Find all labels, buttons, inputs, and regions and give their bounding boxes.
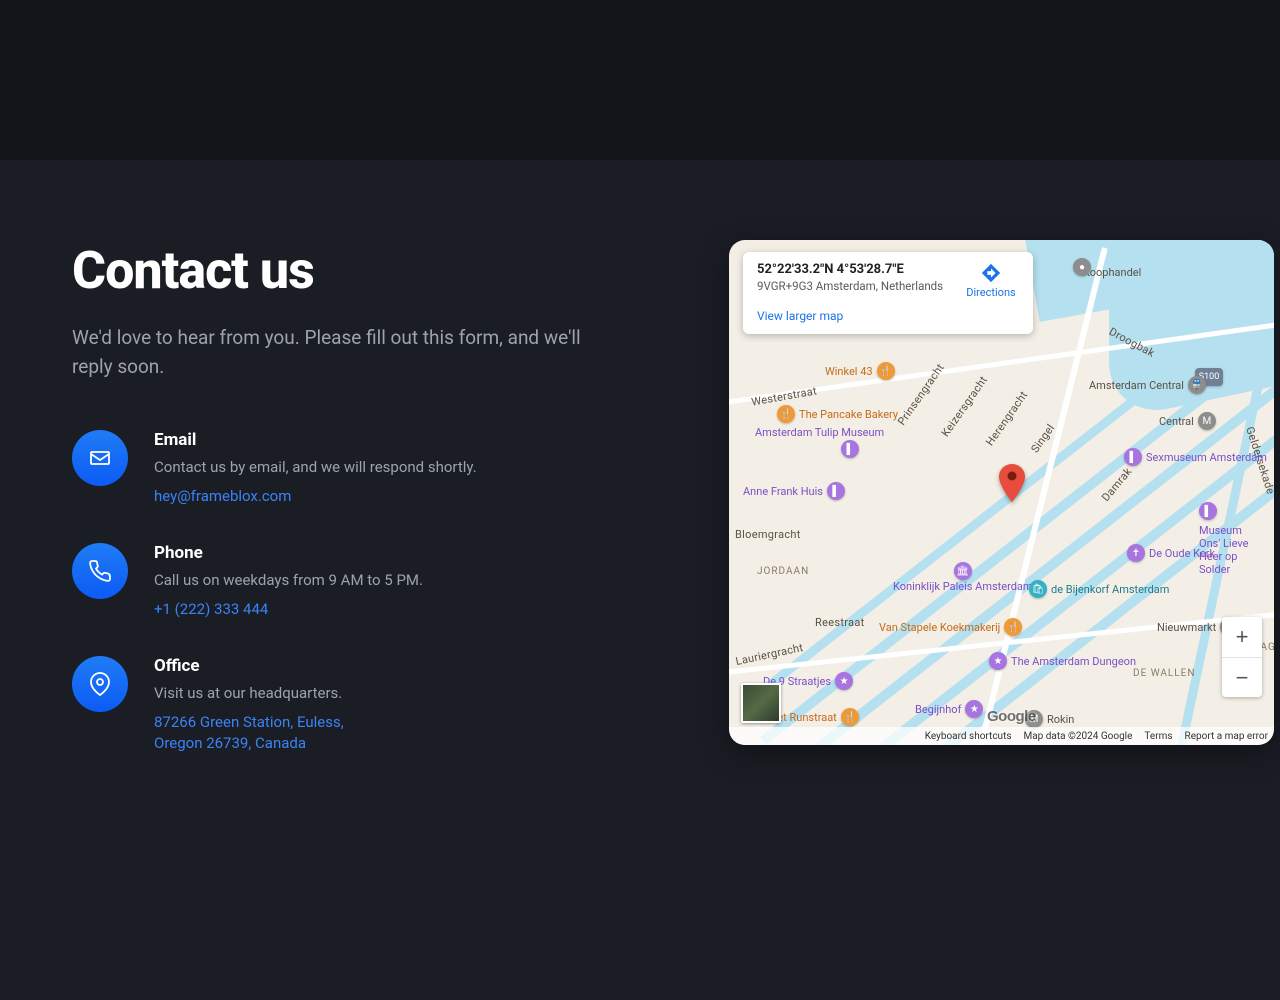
contact-item-desc: Contact us by email, and we will respond… <box>154 458 477 476</box>
contact-item-phone: Phone Call us on weekdays from 9 AM to 5… <box>72 543 602 620</box>
landmark-icon: 🏛 <box>954 562 972 580</box>
keyboard-shortcuts-link[interactable]: Keyboard shortcuts <box>925 731 1012 742</box>
map-poi-label: Sexmuseum Amsterdam <box>1146 451 1267 464</box>
contact-left-column: Contact us We'd love to hear from you. P… <box>72 240 602 790</box>
contact-section: Contact us We'd love to hear from you. P… <box>72 240 1208 790</box>
attraction-icon: ★ <box>989 652 1007 670</box>
map-poi-label: Rokin <box>1047 713 1074 726</box>
train-icon: 🚆 <box>1188 376 1206 394</box>
contact-item-title: Phone <box>154 543 423 563</box>
map-coordinates: 52°22'33.2"N 4°53'28.7"E <box>757 262 943 277</box>
map-poi-label: Koophandel <box>1083 266 1141 279</box>
directions-button[interactable]: Directions <box>963 262 1019 299</box>
map-info-card: 52°22'33.2"N 4°53'28.7"E 9VGR+9G3 Amster… <box>743 252 1033 334</box>
map-street-label: Bloemgracht <box>735 528 801 541</box>
restaurant-icon: 🍴 <box>841 708 859 726</box>
report-error-link[interactable]: Report a map error <box>1185 731 1268 742</box>
restaurant-icon: 🍴 <box>1004 618 1022 636</box>
view-larger-map-link[interactable]: View larger map <box>757 309 843 323</box>
map-embed[interactable]: Koophandel ● Winkel 43 🍴 🍴 The Pancake Bak… <box>729 240 1274 745</box>
page-title: Contact us <box>72 240 602 301</box>
phone-icon <box>72 543 128 599</box>
email-icon <box>72 430 128 486</box>
directions-icon <box>980 262 1002 284</box>
map-footer: Keyboard shortcuts Map data ©2024 Google… <box>729 727 1274 745</box>
map-poi-label: Nieuwmarkt <box>1157 621 1216 634</box>
contact-item-title: Email <box>154 430 477 450</box>
map-street-label: Herengracht <box>983 389 1030 449</box>
museum-icon: ▌ <box>1124 448 1142 466</box>
zoom-out-button[interactable]: − <box>1222 657 1262 697</box>
map-address: 9VGR+9G3 Amsterdam, Netherlands <box>757 279 943 293</box>
map-poi-label: de Bijenkorf Amsterdam <box>1051 583 1169 596</box>
map-neighborhood-label: DE WALLEN <box>1133 668 1196 679</box>
attraction-icon: ★ <box>835 672 853 690</box>
museum-icon: ▌ <box>827 482 845 500</box>
church-icon: ✝ <box>1127 544 1145 562</box>
map-pin-icon <box>72 656 128 712</box>
map-poi-label: Central <box>1159 415 1194 428</box>
restaurant-icon: 🍴 <box>877 362 895 380</box>
map-neighborhood-label: JORDAAN <box>757 566 809 577</box>
museum-icon: ▌ <box>841 440 859 458</box>
contact-item-title: Office <box>154 656 394 676</box>
contact-item-email: Email Contact us by email, and we will r… <box>72 430 602 507</box>
map-marker-icon <box>999 464 1025 502</box>
page-top-band <box>0 0 1280 160</box>
map-poi-label: The Pancake Bakery <box>799 408 898 421</box>
map-street-label: Reestraat <box>815 616 865 629</box>
map-poi-label: The Amsterdam Dungeon <box>1011 655 1136 668</box>
email-link[interactable]: hey@frameblox.com <box>154 486 291 507</box>
map-poi-label: Amsterdam Central <box>1089 379 1184 392</box>
contact-item-desc: Visit us at our headquarters. <box>154 684 394 702</box>
museum-icon: ▌ <box>1199 502 1217 520</box>
map-poi-label: Anne Frank Huis <box>743 485 823 498</box>
phone-link[interactable]: +1 (222) 333 444 <box>154 599 268 620</box>
map-data-attribution: Map data ©2024 Google <box>1024 731 1133 742</box>
map-poi-label: Amsterdam Tulip Museum <box>755 426 884 439</box>
satellite-toggle[interactable] <box>741 683 781 723</box>
contact-item-desc: Call us on weekdays from 9 AM to 5 PM. <box>154 571 423 589</box>
contact-item-office: Office Visit us at our headquarters. 872… <box>72 656 602 754</box>
google-logo: Google <box>987 708 1036 725</box>
map-poi-label: De Oude Kerk <box>1149 547 1215 560</box>
page-subtitle: We'd love to hear from you. Please fill … <box>72 323 602 382</box>
terms-link[interactable]: Terms <box>1144 731 1172 742</box>
metro-icon: M <box>1198 412 1216 430</box>
map-poi-icon: ● <box>1073 258 1091 276</box>
office-address-link[interactable]: 87266 Green Station, Euless, Oregon 2673… <box>154 712 394 754</box>
restaurant-icon: 🍴 <box>777 405 795 423</box>
zoom-in-button[interactable]: + <box>1222 617 1262 657</box>
map-poi-label: Van Stapele Koekmakerij <box>879 621 1000 634</box>
map-zoom-controls: + − <box>1222 617 1262 697</box>
map-poi-label: Begijnhof <box>915 703 961 716</box>
attraction-icon: ★ <box>965 700 983 718</box>
map-poi-label: Winkel 43 <box>825 365 873 378</box>
map-street-label: Keizersgracht <box>939 374 990 440</box>
shop-icon: 🛍 <box>1029 580 1047 598</box>
map-poi-label: Koninklijk Paleis Amsterdam <box>893 580 1033 593</box>
directions-label: Directions <box>963 286 1019 299</box>
